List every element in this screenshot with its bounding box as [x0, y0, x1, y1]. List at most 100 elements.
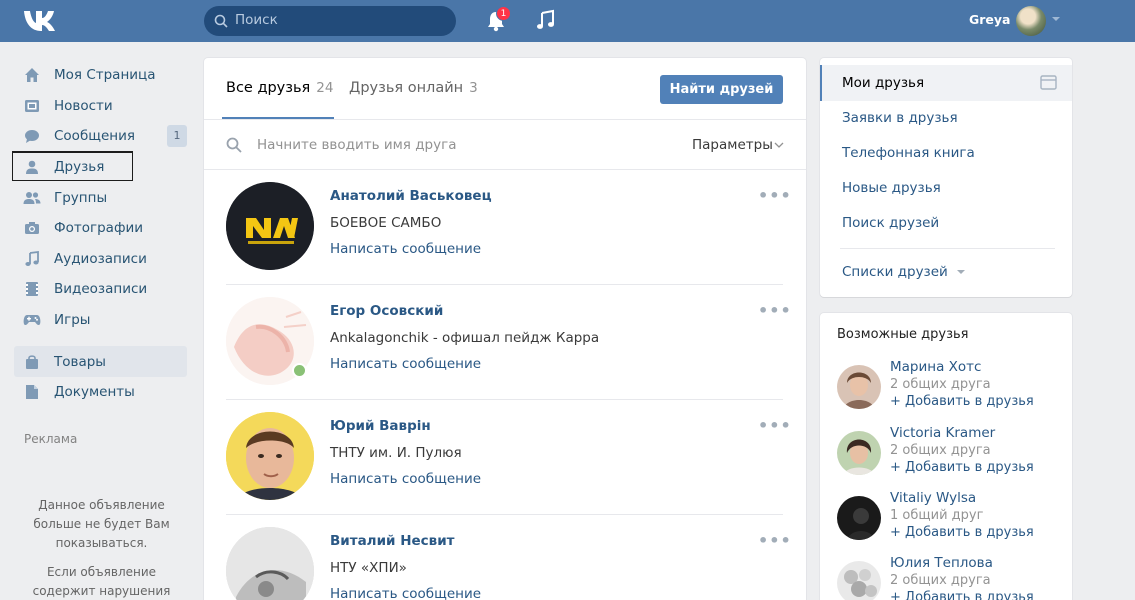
menu-item-label: Списки друзей: [842, 264, 948, 280]
friends-search-bar: Начните вводить имя друга Параметры: [204, 120, 806, 170]
sidebar-item-video[interactable]: Видеозаписи: [14, 274, 189, 305]
messages-count-badge: 1: [167, 125, 187, 148]
write-message-link[interactable]: Написать сообщение: [330, 586, 481, 600]
friend-avatar[interactable]: [226, 182, 314, 270]
sidebar-item-news[interactable]: Новости: [14, 91, 189, 122]
calendar-icon[interactable]: [1040, 74, 1057, 90]
friend-name[interactable]: Виталий Несвит: [330, 533, 454, 549]
more-options-icon[interactable]: •••: [758, 301, 792, 320]
global-search-input[interactable]: Поиск: [204, 6, 456, 36]
possible-friend-item: Юлия Теплова 2 общих друга + Добавить в …: [837, 555, 1067, 600]
common-friends-count: 1 общий друг: [890, 508, 984, 523]
sidebar-item-photos[interactable]: Фотографии: [14, 213, 189, 244]
friend-name[interactable]: Юрий Ваврін: [330, 418, 431, 434]
menu-item-find-friends[interactable]: Поиск друзей: [842, 215, 939, 231]
sidebar-item-groups[interactable]: Группы: [14, 182, 189, 213]
possible-friend-avatar[interactable]: [837, 431, 881, 475]
tab-count: 3: [469, 80, 478, 96]
tab-all-friends[interactable]: Все друзья 24: [226, 80, 333, 96]
write-message-link[interactable]: Написать сообщение: [330, 241, 481, 257]
sidebar-item-label: Моя Страница: [54, 67, 156, 84]
online-indicator: [292, 363, 307, 378]
friends-search-input[interactable]: Начните вводить имя друга: [257, 137, 456, 153]
flowers-photo-icon: [837, 561, 881, 600]
write-message-link[interactable]: Написать сообщение: [330, 471, 481, 487]
friend-subtitle: НТУ «ХПИ»: [330, 560, 407, 576]
more-options-icon[interactable]: •••: [758, 531, 792, 550]
find-friends-button[interactable]: Найти друзей: [660, 75, 783, 104]
messages-icon: [23, 127, 41, 145]
common-friends-count: 2 общих друга: [890, 377, 991, 392]
possible-friend-avatar[interactable]: [837, 561, 881, 600]
search-icon: [226, 137, 242, 153]
possible-friend-name[interactable]: Марина Хотс: [890, 359, 981, 375]
friends-right-menu: Мои друзья Заявки в друзья Телефонная кн…: [820, 58, 1072, 297]
menu-item-friend-lists[interactable]: Списки друзей: [842, 264, 966, 280]
friends-highlight-outline: [11, 151, 133, 181]
notifications-badge: 1: [496, 6, 511, 21]
menu-item-friend-requests[interactable]: Заявки в друзья: [842, 110, 958, 126]
news-icon: [23, 97, 41, 115]
friend-name[interactable]: Егор Осовский: [330, 303, 443, 319]
menu-item-my-friends[interactable]: Мои друзья: [820, 65, 1072, 101]
document-icon: [23, 383, 41, 401]
friend-subtitle: ТНТУ им. И. Пулюя: [330, 445, 462, 461]
gamepad-icon: [23, 311, 41, 329]
video-icon: [23, 280, 41, 298]
chevron-down-icon[interactable]: [774, 142, 784, 148]
tab-online-friends[interactable]: Друзья онлайн 3: [349, 80, 478, 96]
left-sidebar: Моя Страница Новости Сообщения 1 Друзья …: [14, 60, 189, 408]
sidebar-item-messages[interactable]: Сообщения 1: [14, 121, 189, 152]
sidebar-item-label: Группы: [54, 189, 108, 206]
possible-friend-name[interactable]: Victoria Kramer: [890, 425, 995, 441]
music-icon: [23, 250, 41, 268]
chevron-down-icon[interactable]: [1051, 15, 1061, 23]
possible-friends-title[interactable]: Возможные друзья: [837, 327, 968, 342]
possible-friend-name[interactable]: Юлия Теплова: [890, 555, 993, 571]
write-message-link[interactable]: Написать сообщение: [330, 356, 481, 372]
add-friend-link[interactable]: + Добавить в друзья: [890, 590, 1034, 600]
search-placeholder: Поиск: [235, 12, 278, 28]
sidebar-item-label: Товары: [54, 353, 106, 370]
add-friend-link[interactable]: + Добавить в друзья: [890, 394, 1034, 409]
search-params-button[interactable]: Параметры: [692, 137, 773, 153]
sidebar-item-label: Фотографии: [54, 220, 144, 237]
more-options-icon[interactable]: •••: [758, 416, 792, 435]
friend-subtitle: Ankalagonchik - офишал пейдж Карра: [330, 330, 600, 346]
friend-row: Анатолий Васьковец БОЕВОЕ САМБО Написать…: [226, 170, 791, 285]
vk-logo-icon[interactable]: [22, 9, 62, 33]
person-photo-icon: [226, 412, 314, 500]
friend-row: Виталий Несвит НТУ «ХПИ» Написать сообще…: [226, 515, 791, 600]
friend-name[interactable]: Анатолий Васьковец: [330, 188, 492, 204]
friend-avatar[interactable]: [226, 412, 314, 500]
sidebar-item-documents[interactable]: Документы: [14, 377, 189, 408]
sidebar-item-games[interactable]: Игры: [14, 305, 189, 336]
possible-friend-avatar[interactable]: [837, 496, 881, 540]
user-avatar[interactable]: [1016, 6, 1046, 36]
user-name[interactable]: Greya: [969, 12, 1011, 27]
ads-label[interactable]: Реклама: [24, 432, 77, 446]
tab-label: Друзья онлайн: [349, 80, 464, 96]
camera-icon: [23, 219, 41, 237]
possible-friend-avatar[interactable]: [837, 365, 881, 409]
navi-logo-icon: [226, 182, 314, 270]
ad-report-notice: Если объявление содержит нарушения: [32, 565, 171, 598]
home-icon: [23, 66, 41, 84]
tab-count: 24: [316, 80, 334, 96]
menu-item-phone-book[interactable]: Телефонная книга: [842, 145, 975, 161]
sidebar-item-my-page[interactable]: Моя Страница: [14, 60, 189, 91]
sidebar-item-label: Аудиозаписи: [54, 250, 147, 267]
sidebar-item-audio[interactable]: Аудиозаписи: [14, 244, 189, 275]
possible-friend-name[interactable]: Vitaliy Wylsa: [890, 490, 976, 506]
music-icon[interactable]: [536, 9, 556, 31]
sidebar-item-label: Новости: [54, 97, 113, 114]
menu-item-new-friends[interactable]: Новые друзья: [842, 180, 941, 196]
friend-avatar[interactable]: [226, 527, 314, 600]
sidebar-item-goods[interactable]: Товары: [14, 346, 187, 377]
menu-item-label: Мои друзья: [842, 75, 925, 91]
sidebar-item-label: Игры: [54, 312, 91, 329]
add-friend-link[interactable]: + Добавить в друзья: [890, 525, 1034, 540]
more-options-icon[interactable]: •••: [758, 186, 792, 205]
common-friends-count: 2 общих друга: [890, 573, 991, 588]
add-friend-link[interactable]: + Добавить в друзья: [890, 460, 1034, 475]
